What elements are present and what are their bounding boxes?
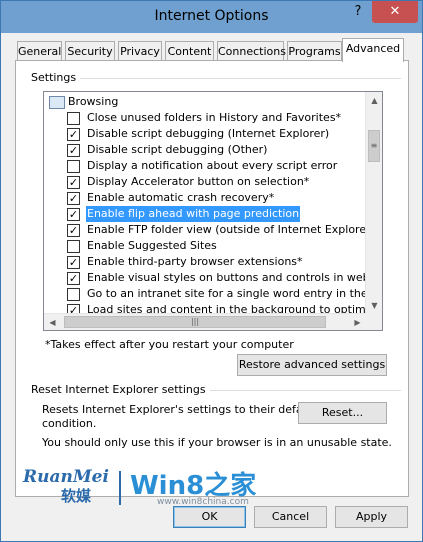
setting-row[interactable]: ✓ Disable script debugging (Internet Expl… [44,126,366,142]
setting-checkbox[interactable]: ✓ [67,224,80,237]
reset-warning: You should only use this if your browser… [42,436,392,449]
ruanmei-logo: RuanMei [23,467,109,487]
scroll-corner [365,313,382,330]
setting-label: Enable third-party browser extensions* [87,255,303,268]
settings-group-line [71,78,401,79]
setting-checkbox[interactable]: ✓ [67,128,80,141]
tab-privacy[interactable]: Privacy [118,41,162,61]
setting-row[interactable]: ✓ Enable third-party browser extensions* [44,254,366,270]
settings-group-label: Settings [31,71,81,84]
tab-advanced[interactable]: Advanced [342,38,404,62]
setting-label: Disable script debugging (Internet Explo… [87,127,330,140]
horizontal-scrollbar[interactable]: ◀ ||| ▶ [44,313,366,330]
vertical-scrollbar[interactable]: ▲ ≡ ▼ [365,92,382,314]
category-label: Browsing [68,95,119,108]
category-browsing: Browsing [44,94,366,110]
title-bar[interactable]: Internet Options ? ✕ [1,1,422,33]
setting-label: Enable visual styles on buttons and cont… [87,271,366,284]
ok-button[interactable]: OK [173,506,246,528]
scroll-left-arrow-icon[interactable]: ◀ [44,314,61,330]
tab-strip: General Security Privacy Content Connect… [17,38,407,62]
settings-tree[interactable]: Browsing Close unused folders in History… [43,91,383,331]
tab-programs[interactable]: Programs [287,41,342,61]
setting-label: Display Accelerator button on selection* [87,175,310,188]
setting-label: Go to an intranet site for a single word… [87,287,366,300]
folder-icon [49,96,65,109]
setting-checkbox[interactable]: ✓ [67,256,80,269]
setting-row[interactable]: ✓ Enable visual styles on buttons and con… [44,270,366,286]
tab-general[interactable]: General [17,41,62,61]
setting-row[interactable]: ✓ Enable flip ahead with page prediction [44,206,366,222]
setting-label: Close unused folders in History and Favo… [87,111,342,124]
setting-checkbox[interactable] [67,160,80,173]
horizontal-scroll-thumb[interactable]: ||| [64,316,326,328]
internet-options-window: Internet Options ? ✕ General Security Pr… [0,0,423,542]
setting-label: Enable Suggested Sites [87,239,217,252]
reset-description-line2: condition. [42,417,97,430]
vertical-scroll-thumb[interactable]: ≡ [368,130,380,162]
setting-row[interactable]: ✓ Enable automatic crash recovery* [44,190,366,206]
setting-checkbox[interactable] [67,240,80,253]
tab-security[interactable]: Security [65,41,115,61]
setting-row[interactable]: ✓ Enable FTP folder view (outside of Inte… [44,222,366,238]
restore-advanced-settings-button[interactable]: Restore advanced settings [237,354,387,376]
scroll-right-arrow-icon[interactable]: ▶ [349,314,366,330]
watermark-divider [119,471,121,505]
reset-group-label: Reset Internet Explorer settings [31,383,210,396]
setting-checkbox[interactable] [67,288,80,301]
setting-row[interactable]: Enable Suggested Sites [44,238,366,254]
scroll-up-arrow-icon[interactable]: ▲ [366,92,382,109]
reset-description-line1: Resets Internet Explorer's settings to t… [42,403,317,416]
setting-checkbox[interactable]: ✓ [67,144,80,157]
setting-label: Enable FTP folder view (outside of Inter… [87,223,366,236]
restart-note: *Takes effect after you restart your com… [45,338,294,351]
scroll-down-arrow-icon[interactable]: ▼ [366,297,382,314]
tab-connections[interactable]: Connections [217,41,286,61]
apply-button[interactable]: Apply [335,506,408,528]
settings-list: Browsing Close unused folders in History… [44,92,366,314]
reset-button[interactable]: Reset... [298,402,387,424]
setting-label: Display a notification about every scrip… [87,159,338,172]
setting-label: Disable script debugging (Other) [87,143,268,156]
setting-label: Enable automatic crash recovery* [87,191,275,204]
setting-row[interactable]: ✓ Display Accelerator button on selection… [44,174,366,190]
setting-checkbox[interactable] [67,112,80,125]
help-button[interactable]: ? [344,1,372,23]
reset-group-line [191,390,401,391]
setting-checkbox[interactable]: ✓ [67,208,80,221]
setting-checkbox[interactable]: ✓ [67,176,80,189]
close-button[interactable]: ✕ [372,1,418,23]
setting-row[interactable]: Display a notification about every scrip… [44,158,366,174]
setting-row[interactable]: Close unused folders in History and Favo… [44,110,366,126]
cancel-button[interactable]: Cancel [254,506,327,528]
ruanmei-logo-cn: 软媒 [61,487,92,505]
setting-row[interactable]: Go to an intranet site for a single word… [44,286,366,302]
setting-checkbox[interactable]: ✓ [67,192,80,205]
setting-row[interactable]: ✓ Disable script debugging (Other) [44,142,366,158]
setting-checkbox[interactable]: ✓ [67,272,80,285]
tab-content[interactable]: Content [165,41,214,61]
setting-label: Enable flip ahead with page prediction [86,206,301,222]
